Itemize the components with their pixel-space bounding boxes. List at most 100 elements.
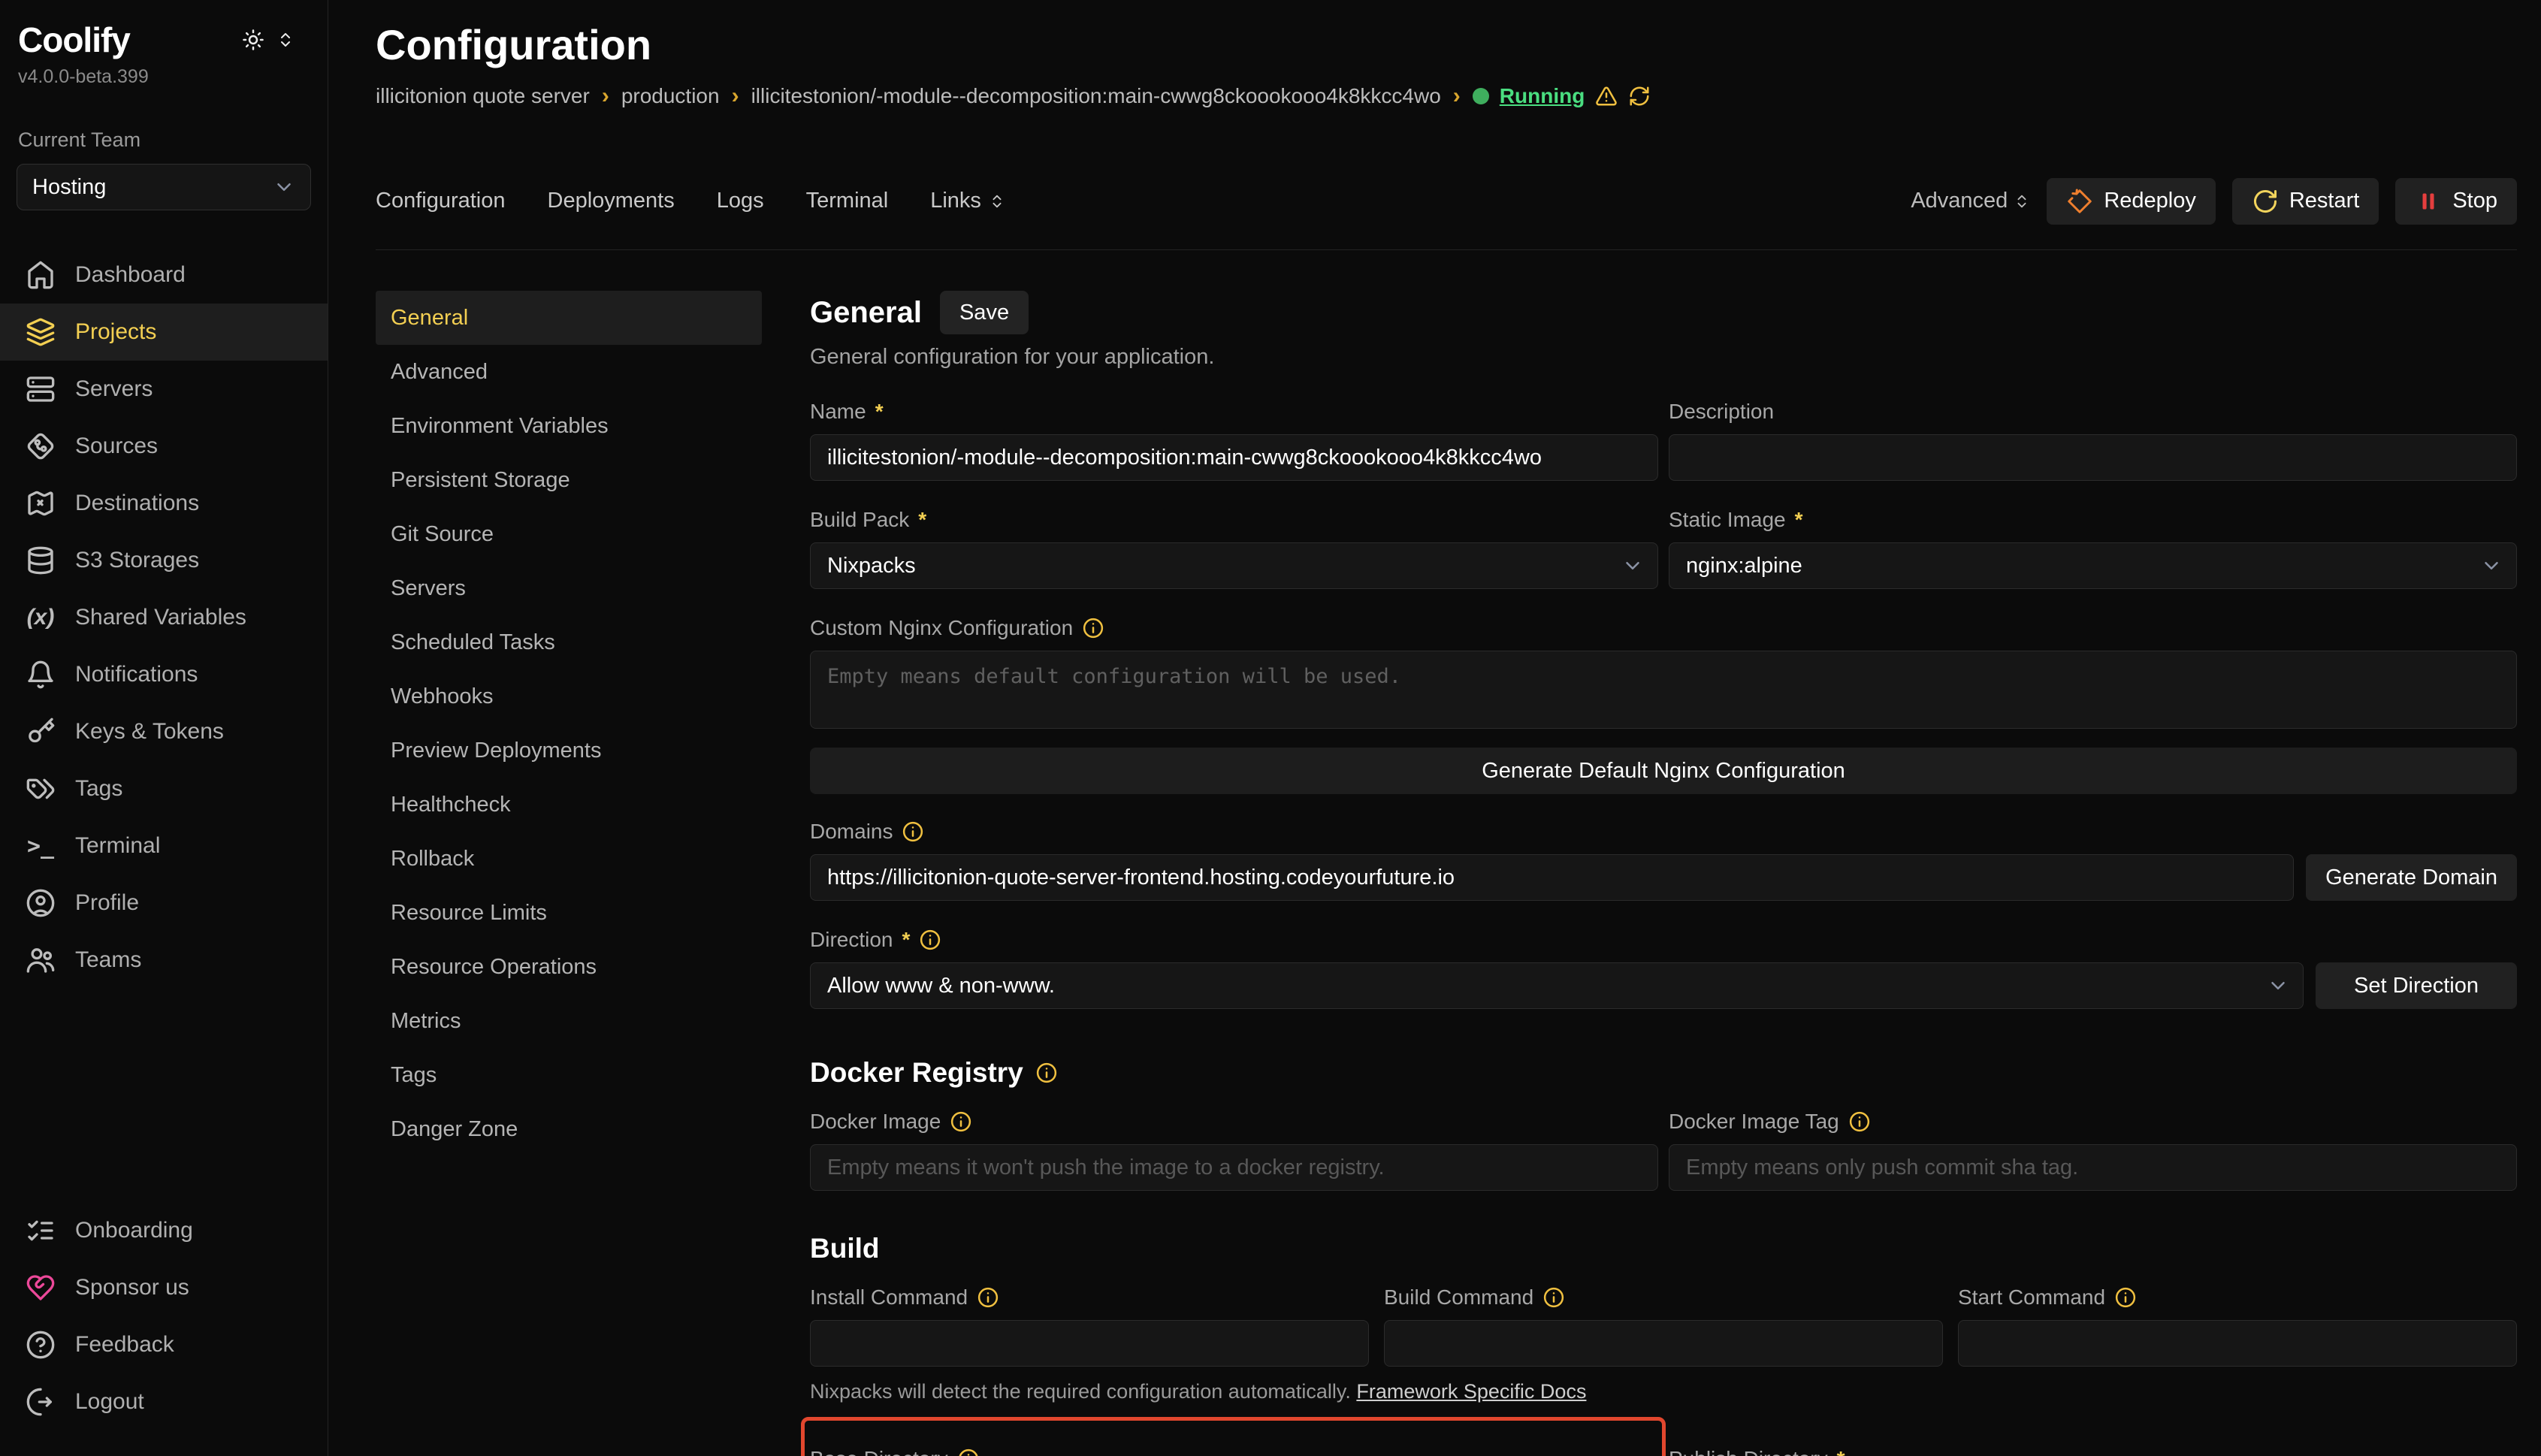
breadcrumb: illicitonion quote server › production ›… [376, 81, 2517, 111]
build-heading: Build [810, 1233, 879, 1264]
sidebar-item-profile[interactable]: Profile [0, 875, 328, 932]
sidebar-item-dashboard[interactable]: Dashboard [0, 246, 328, 304]
redeploy-button[interactable]: Redeploy [2047, 178, 2216, 225]
chevron-down-icon [2267, 974, 2289, 997]
breadcrumb-project[interactable]: illicitonion quote server [376, 84, 590, 108]
tab-configuration[interactable]: Configuration [376, 189, 506, 213]
home-icon [26, 260, 56, 290]
info-icon[interactable] [1082, 617, 1104, 639]
info-icon[interactable] [1848, 1110, 1871, 1133]
advanced-label: Advanced [1911, 189, 2008, 213]
sidebar-item-logout[interactable]: Logout [0, 1373, 328, 1430]
tab-terminal[interactable]: Terminal [806, 189, 889, 213]
sidebar-item-teams[interactable]: Teams [0, 932, 328, 989]
sidebar-item-shared-variables[interactable]: (x) Shared Variables [0, 589, 328, 646]
key-icon [26, 717, 56, 747]
chevrons-up-down-icon[interactable] [276, 31, 295, 49]
generate-domain-button[interactable]: Generate Domain [2306, 854, 2517, 901]
terminal-icon: >_ [26, 833, 56, 859]
chevron-down-icon [2480, 554, 2503, 577]
tab-deployments[interactable]: Deployments [548, 189, 675, 213]
advanced-dropdown[interactable]: Advanced [1911, 189, 2030, 213]
name-label: Name [810, 400, 866, 424]
status-running-link[interactable]: Running [1500, 84, 1585, 108]
install-command-input[interactable] [810, 1320, 1369, 1367]
direction-value: Allow www & non-www. [827, 974, 1055, 998]
restart-button[interactable]: Restart [2232, 178, 2379, 225]
sidebar-item-keys-tokens[interactable]: Keys & Tokens [0, 703, 328, 760]
sidebar-item-projects[interactable]: Projects [0, 304, 328, 361]
settings-nav-metrics[interactable]: Metrics [376, 994, 762, 1048]
tab-logs[interactable]: Logs [717, 189, 764, 213]
info-icon[interactable] [1542, 1286, 1565, 1309]
static-image-select[interactable]: nginx:alpine [1669, 542, 2517, 589]
sidebar-item-destinations[interactable]: Destinations [0, 475, 328, 532]
list-checks-icon [26, 1216, 56, 1246]
refresh-icon[interactable] [1628, 85, 1651, 107]
docker-image-tag-input[interactable] [1669, 1144, 2517, 1191]
info-icon[interactable] [902, 820, 924, 843]
settings-nav-resource-limits[interactable]: Resource Limits [376, 886, 762, 940]
sidebar-item-tags[interactable]: Tags [0, 760, 328, 817]
breadcrumb-application[interactable]: illicitestonion/-module--decomposition:m… [751, 84, 1441, 108]
sidebar-item-feedback[interactable]: Feedback [0, 1316, 328, 1373]
settings-nav-environment-variables[interactable]: Environment Variables [376, 399, 762, 453]
settings-nav-general[interactable]: General [376, 291, 762, 345]
sidebar-item-notifications[interactable]: Notifications [0, 646, 328, 703]
settings-nav-persistent-storage[interactable]: Persistent Storage [376, 453, 762, 507]
settings-nav-scheduled-tasks[interactable]: Scheduled Tasks [376, 615, 762, 669]
breadcrumb-environment[interactable]: production [621, 84, 720, 108]
general-form: General Save General configuration for y… [810, 291, 2517, 1456]
settings-nav-tags[interactable]: Tags [376, 1048, 762, 1102]
status-badge: Running [1473, 84, 1651, 108]
page-title: Configuration [376, 21, 2517, 69]
docker-image-input[interactable] [810, 1144, 1658, 1191]
settings-nav-healthcheck[interactable]: Healthcheck [376, 778, 762, 832]
domains-input[interactable] [810, 854, 2294, 901]
warning-triangle-icon[interactable] [1595, 85, 1618, 107]
description-input[interactable] [1669, 434, 2517, 481]
sidebar-item-servers[interactable]: Servers [0, 361, 328, 418]
settings-nav-git-source[interactable]: Git Source [376, 507, 762, 561]
info-icon[interactable] [950, 1110, 972, 1133]
info-icon[interactable] [1035, 1062, 1058, 1084]
name-input[interactable] [810, 434, 1658, 481]
generate-nginx-config-button[interactable]: Generate Default Nginx Configuration [810, 748, 2517, 794]
sidebar-item-onboarding[interactable]: Onboarding [0, 1202, 328, 1259]
info-icon[interactable] [2114, 1286, 2137, 1309]
settings-nav-webhooks[interactable]: Webhooks [376, 669, 762, 723]
settings-nav-rollback[interactable]: Rollback [376, 832, 762, 886]
sidebar-item-s3-storages[interactable]: S3 Storages [0, 532, 328, 589]
settings-nav-danger-zone[interactable]: Danger Zone [376, 1102, 762, 1156]
sidebar-item-sponsor-us[interactable]: Sponsor us [0, 1259, 328, 1316]
tab-links[interactable]: Links [930, 189, 1005, 213]
team-select[interactable]: Hosting [17, 164, 311, 210]
start-command-input[interactable] [1958, 1320, 2517, 1367]
settings-nav-advanced[interactable]: Advanced [376, 345, 762, 399]
theme-sun-icon[interactable] [242, 29, 264, 51]
custom-nginx-textarea[interactable] [810, 651, 2517, 729]
chevron-down-icon [273, 176, 295, 198]
sidebar-item-sources[interactable]: Sources [0, 418, 328, 475]
info-icon[interactable] [977, 1286, 999, 1309]
static-image-value: nginx:alpine [1686, 554, 1802, 578]
sidebar-item-label: Teams [75, 947, 141, 973]
set-direction-button[interactable]: Set Direction [2316, 962, 2517, 1009]
sidebar-item-terminal[interactable]: >_ Terminal [0, 817, 328, 875]
info-icon[interactable] [919, 929, 941, 951]
settings-nav-preview-deployments[interactable]: Preview Deployments [376, 723, 762, 778]
map-icon [26, 488, 56, 518]
required-marker: * [1837, 1447, 1845, 1456]
build-pack-select[interactable]: Nixpacks [810, 542, 1658, 589]
info-icon[interactable] [957, 1448, 980, 1456]
direction-select[interactable]: Allow www & non-www. [810, 962, 2304, 1009]
build-command-input[interactable] [1384, 1320, 1943, 1367]
framework-docs-link[interactable]: Framework Specific Docs [1356, 1380, 1586, 1403]
settings-nav-resource-operations[interactable]: Resource Operations [376, 940, 762, 994]
breadcrumb-separator: › [1453, 83, 1461, 109]
stop-button[interactable]: Stop [2395, 178, 2517, 225]
current-team-label: Current Team [0, 128, 328, 152]
settings-nav-servers[interactable]: Servers [376, 561, 762, 615]
build-command-label: Build Command [1384, 1285, 1533, 1309]
save-button[interactable]: Save [940, 291, 1029, 334]
